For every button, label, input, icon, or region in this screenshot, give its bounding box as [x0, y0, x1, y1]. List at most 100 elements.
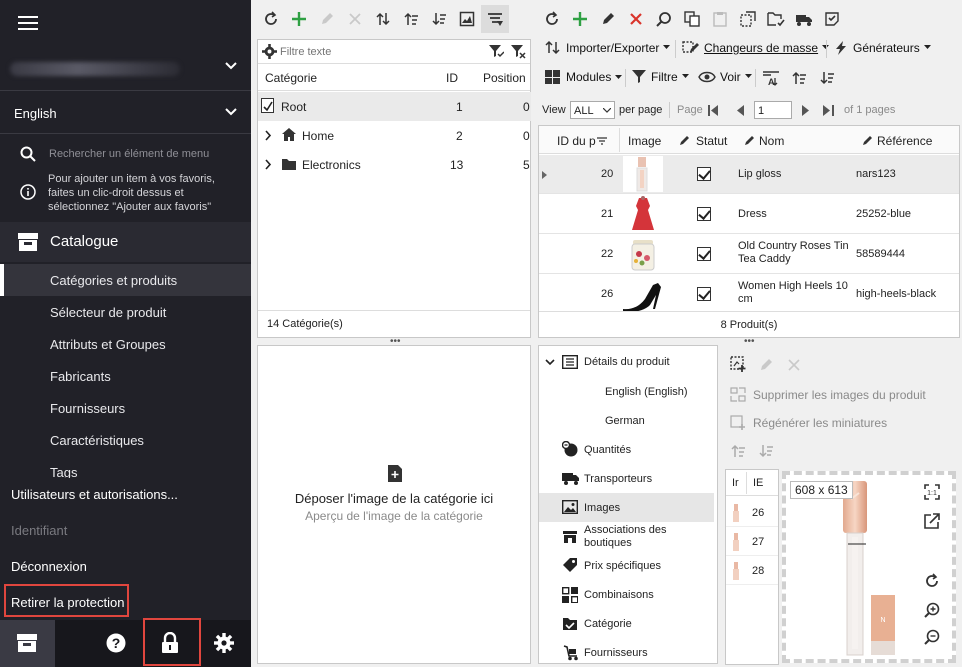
- first-page-icon[interactable]: [708, 105, 719, 116]
- move-down-icon[interactable]: [425, 5, 453, 33]
- delete-images-action[interactable]: Supprimer les images du produit: [730, 387, 926, 402]
- zoom-out-icon[interactable]: [924, 629, 940, 645]
- add-icon[interactable]: [566, 5, 594, 33]
- sidebar-item-suppliers[interactable]: Fournisseurs: [0, 392, 251, 424]
- view-menu[interactable]: Voir: [698, 69, 752, 84]
- tree-item-specific-prices[interactable]: Prix spécifiques: [539, 551, 714, 580]
- delete-icon[interactable]: [622, 5, 650, 33]
- settings-gear-icon[interactable]: [262, 44, 277, 59]
- prev-page-icon[interactable]: [736, 105, 744, 116]
- edit-image-icon[interactable]: [758, 357, 774, 373]
- mass-changers-menu[interactable]: Changeurs de masse: [682, 40, 830, 55]
- tree-item-shop-associations[interactable]: Associations des boutiques: [539, 522, 714, 551]
- image-move-down-icon[interactable]: [758, 443, 774, 459]
- delete-image-icon[interactable]: [788, 359, 800, 371]
- tree-item-combinations[interactable]: Combinaisons: [539, 580, 714, 609]
- column-header-category[interactable]: Catégorie: [265, 71, 317, 85]
- clipboard-icon[interactable]: [706, 5, 734, 33]
- refresh-icon[interactable]: [538, 5, 566, 33]
- open-external-icon[interactable]: [924, 513, 940, 529]
- move-up-icon[interactable]: [791, 70, 807, 86]
- filter-menu[interactable]: Filtre: [631, 69, 689, 84]
- sort-swap-icon[interactable]: [369, 5, 397, 33]
- column-header-image[interactable]: Ir: [732, 477, 739, 489]
- column-header-id[interactable]: ID: [446, 71, 458, 85]
- sidebar-item-features[interactable]: Caractéristiques: [0, 424, 251, 456]
- category-filter-input[interactable]: [280, 43, 480, 60]
- logout-link[interactable]: Déconnexion: [11, 559, 87, 574]
- import-export-menu[interactable]: Importer/Exporter: [544, 40, 671, 55]
- filter-list-icon[interactable]: [481, 5, 509, 33]
- last-page-icon[interactable]: [823, 105, 834, 116]
- image-row[interactable]: 27: [726, 528, 778, 556]
- catalog-section-header[interactable]: Catalogue: [0, 222, 251, 262]
- expand-chevron-icon[interactable]: [265, 130, 272, 141]
- actual-size-icon[interactable]: 1:1: [924, 484, 940, 500]
- move-up-icon[interactable]: [397, 5, 425, 33]
- column-header-id[interactable]: ID du p: [557, 134, 596, 148]
- expand-chevron-icon[interactable]: [265, 159, 272, 170]
- checklist-icon[interactable]: [818, 5, 846, 33]
- column-header-reference[interactable]: Référence: [877, 134, 932, 148]
- move-to-category-icon[interactable]: [762, 5, 790, 33]
- image-row[interactable]: 26: [726, 499, 778, 527]
- rotate-icon[interactable]: [924, 573, 940, 589]
- category-row-root[interactable]: Root 1 0: [258, 92, 531, 121]
- status-checkbox[interactable]: [697, 167, 711, 181]
- sidebar-item-attributes[interactable]: Attributs et Groupes: [0, 328, 251, 360]
- tree-item-category[interactable]: Catégorie: [539, 609, 714, 638]
- generators-menu[interactable]: Générateurs: [833, 40, 931, 55]
- product-row[interactable]: 21 Dress 25252-blue: [539, 195, 959, 234]
- select-copy-icon[interactable]: [734, 5, 762, 33]
- filter-clear-icon[interactable]: [510, 44, 526, 59]
- users-permissions-link[interactable]: Utilisateurs et autorisations...: [11, 487, 178, 502]
- image-move-up-icon[interactable]: [730, 443, 746, 459]
- column-header-image[interactable]: Image: [628, 134, 661, 148]
- hamburger-menu-icon[interactable]: [18, 15, 38, 31]
- filter-apply-icon[interactable]: [488, 44, 504, 59]
- tree-item-lang-german[interactable]: German: [539, 406, 714, 435]
- tree-item-images[interactable]: Images: [539, 493, 714, 522]
- product-row[interactable]: 26 Women High Heels 10 cm high-heels-bla…: [539, 275, 959, 314]
- edit-icon[interactable]: [313, 5, 341, 33]
- delete-icon[interactable]: [341, 5, 369, 33]
- sidebar-item-categories-products[interactable]: Catégories et produits: [0, 264, 251, 296]
- status-checkbox[interactable]: [697, 247, 711, 261]
- next-page-icon[interactable]: [802, 105, 810, 116]
- column-header-status[interactable]: Statut: [696, 134, 727, 148]
- sidebar-item-tags[interactable]: Tags: [0, 456, 251, 478]
- column-header-position[interactable]: Position: [483, 71, 526, 85]
- zoom-in-icon[interactable]: [924, 602, 940, 618]
- status-checkbox[interactable]: [697, 287, 711, 301]
- shop-selector[interactable]: [0, 48, 251, 88]
- category-row-home[interactable]: Home 2 0: [258, 121, 531, 150]
- image-edit-icon[interactable]: [453, 5, 481, 33]
- gear-icon[interactable]: [214, 633, 234, 653]
- page-number-input[interactable]: 1: [754, 101, 792, 119]
- modules-menu[interactable]: Modules: [544, 69, 623, 85]
- sidebar-item-manufacturers[interactable]: Fabricants: [0, 360, 251, 392]
- tree-item-product-details[interactable]: Détails du produit: [539, 348, 714, 377]
- sort-alpha-icon[interactable]: A: [762, 70, 780, 86]
- regenerate-thumbnails-action[interactable]: Régénérer les miniatures: [730, 415, 887, 430]
- shipping-icon[interactable]: [790, 5, 818, 33]
- tree-item-lang-english[interactable]: English (English): [539, 377, 714, 406]
- product-row[interactable]: 22 Old Country Roses Tin Tea Caddy 58589…: [539, 235, 959, 274]
- sidebar-item-product-selector[interactable]: Sélecteur de produit: [0, 296, 251, 328]
- image-row[interactable]: 28: [726, 557, 778, 585]
- per-page-select[interactable]: ALL: [570, 101, 615, 119]
- move-down-icon[interactable]: [819, 70, 835, 86]
- edit-icon[interactable]: [594, 5, 622, 33]
- tree-item-suppliers[interactable]: Fournisseurs: [539, 638, 714, 663]
- tree-item-quantities[interactable]: Quantités: [539, 435, 714, 464]
- category-row-electronics[interactable]: Electronics 13 5: [258, 150, 531, 179]
- column-header-id[interactable]: IE: [753, 477, 763, 489]
- product-row[interactable]: 20 Lip gloss nars123: [539, 155, 959, 194]
- tree-item-carriers[interactable]: Transporteurs: [539, 464, 714, 493]
- add-icon[interactable]: [285, 5, 313, 33]
- status-checkbox[interactable]: [697, 207, 711, 221]
- column-header-name[interactable]: Nom: [759, 134, 784, 148]
- category-image-dropzone[interactable]: Déposer l'image de la catégorie ici Aper…: [257, 345, 531, 664]
- refresh-icon[interactable]: [257, 5, 285, 33]
- catalog-tab-button[interactable]: [0, 620, 55, 667]
